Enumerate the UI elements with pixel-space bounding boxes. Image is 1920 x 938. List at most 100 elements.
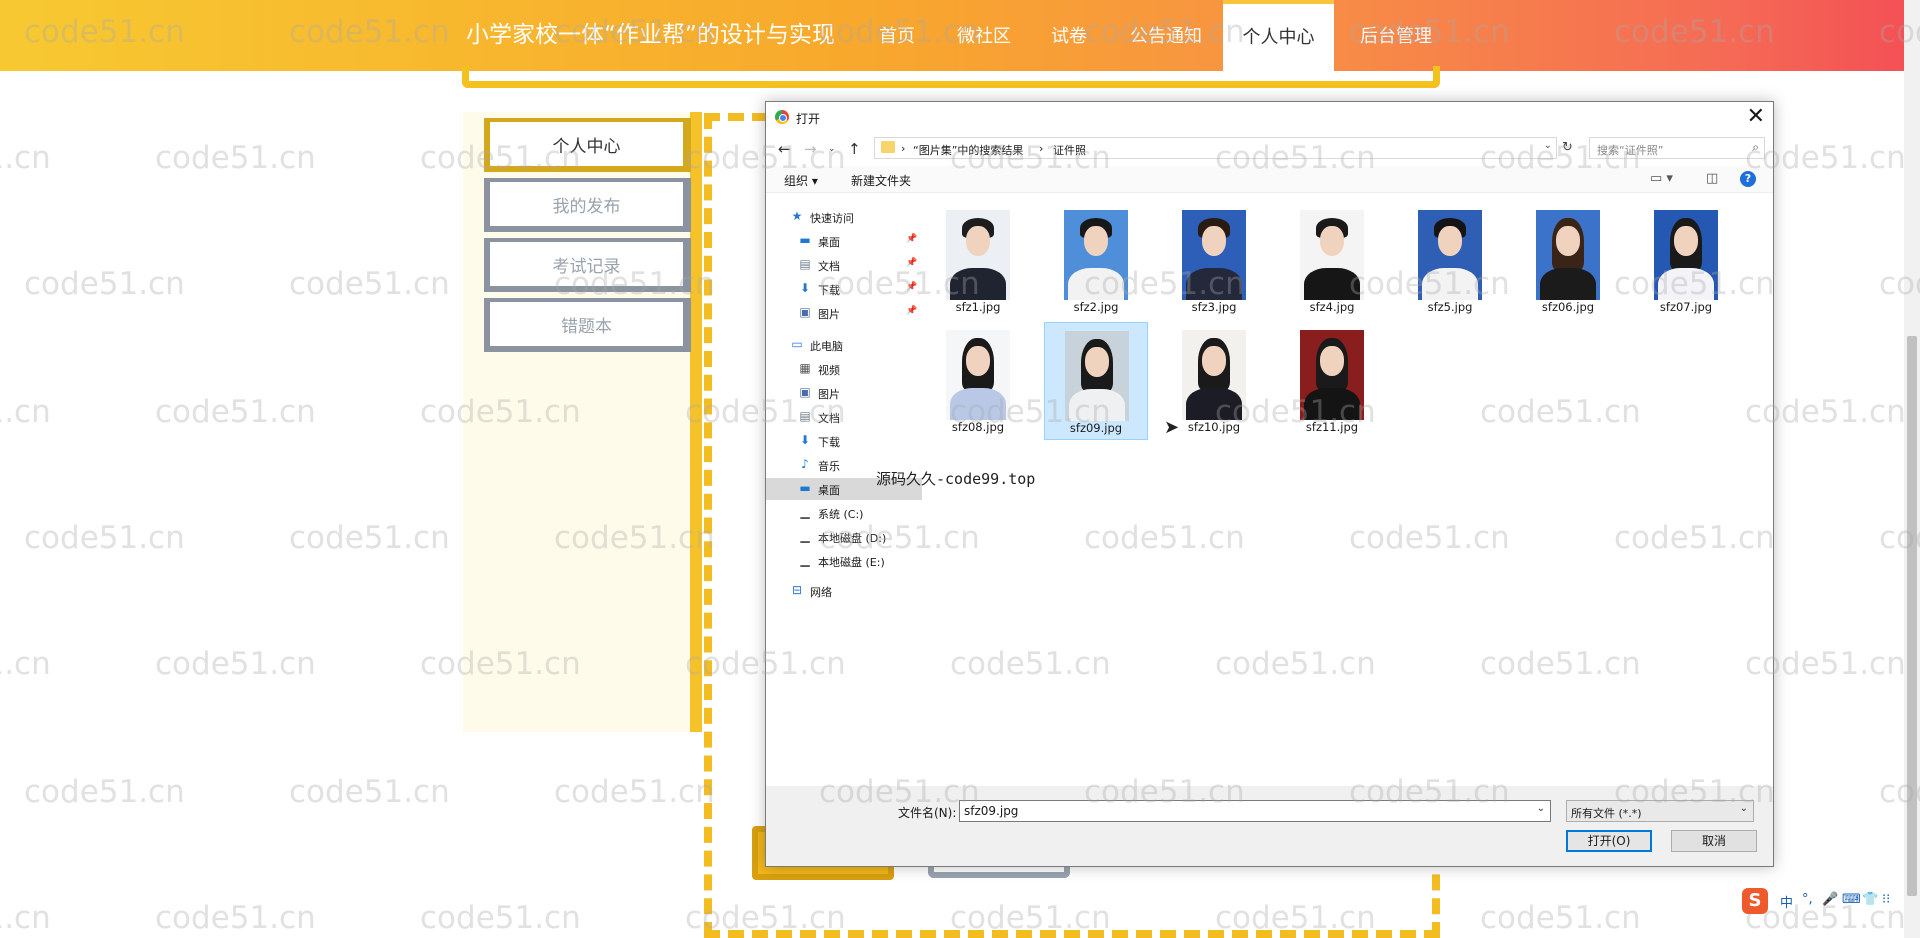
watermark-text: code51.cn [1480, 900, 1641, 936]
computer-icon: ▭ [791, 337, 803, 351]
nav-downloads-quick[interactable]: ⬇ 下载 📌 [766, 278, 922, 300]
view-options-icon[interactable]: ▭ ▾ [1650, 171, 1673, 186]
help-icon[interactable]: ? [1740, 171, 1756, 187]
search-placeholder: 搜索“证件照” [1597, 144, 1664, 157]
download-icon: ⬇ [799, 281, 811, 295]
watermark-text: code51.cn [554, 774, 715, 810]
file-item[interactable]: sfz11.jpg [1280, 322, 1384, 440]
file-name: sfz11.jpg [1305, 420, 1359, 434]
filename-label: 文件名(N): [898, 806, 957, 820]
file-item[interactable]: sfz09.jpg [1044, 322, 1148, 440]
preview-pane-icon[interactable]: ◫ [1706, 171, 1718, 186]
search-input[interactable]: 搜索“证件照” ⌕ [1589, 137, 1765, 159]
chevron-down-icon[interactable]: ⌄ [1740, 803, 1748, 814]
nav-exam[interactable]: 试卷 [1044, 0, 1094, 71]
ime-menu-icon[interactable]: ⁝⁝ [1882, 892, 1890, 907]
document-icon: ▤ [799, 257, 811, 271]
close-icon[interactable]: ✕ [1747, 104, 1765, 130]
microphone-icon[interactable]: 🎤 [1822, 892, 1838, 907]
photo-thumbnail [1654, 210, 1718, 300]
nav-this-pc[interactable]: ▭ 此电脑 [766, 334, 922, 356]
filetype-select[interactable]: 所有文件 (*.*) ⌄ [1566, 800, 1754, 822]
sidebar-divider [690, 112, 702, 732]
nav-downloads[interactable]: ⬇ 下载 [766, 430, 922, 452]
nav-home[interactable]: 首页 [868, 0, 926, 71]
pin-icon: 📌 [906, 282, 918, 292]
refresh-icon[interactable]: ↻ [1562, 140, 1573, 155]
nav-network[interactable]: ⊟ 网络 [766, 580, 922, 602]
file-name: sfz5.jpg [1427, 300, 1473, 314]
watermark-text: code51.cn [155, 900, 316, 936]
breadcrumb-folder[interactable]: 证件照 [1053, 142, 1086, 158]
nav-pictures[interactable]: ▣ 图片 [766, 382, 922, 404]
ime-chinese-mode[interactable]: 中 [1780, 892, 1793, 911]
nav-admin[interactable]: 后台管理 [1344, 0, 1448, 71]
file-item[interactable]: sfz5.jpg [1398, 202, 1502, 320]
sidebar-item-wrong-questions[interactable]: 错题本 [484, 298, 691, 352]
photo-thumbnail [1418, 210, 1482, 300]
nav-videos[interactable]: ▦ 视频 [766, 358, 922, 380]
recent-dropdown-icon[interactable]: ⌄ [828, 144, 836, 154]
header-frame [462, 66, 1440, 88]
file-item[interactable]: sfz4.jpg [1280, 202, 1384, 320]
address-bar[interactable]: › “图片集”中的搜索结果 › 证件照 ⌄ [874, 137, 1557, 159]
nav-desktop-quick[interactable]: ▬ 桌面 📌 [766, 230, 922, 252]
watermark-text: code51.cn [289, 266, 450, 302]
forward-arrow-icon[interactable]: → [804, 140, 817, 158]
sidebar-item-personal-center[interactable]: 个人中心 [484, 118, 691, 172]
sidebar-item-exam-records[interactable]: 考试记录 [484, 238, 691, 292]
file-item[interactable]: sfz2.jpg [1044, 202, 1148, 320]
back-arrow-icon[interactable]: ← [778, 140, 791, 158]
chevron-down-icon[interactable]: ⌄ [1544, 140, 1552, 151]
file-item[interactable]: sfz3.jpg [1162, 202, 1266, 320]
nav-documents-quick[interactable]: ▤ 文档 📌 [766, 254, 922, 276]
nav-drive-e[interactable]: ▁ 本地磁盘 (E:) [766, 550, 922, 572]
sogou-ime-icon[interactable]: S [1742, 888, 1768, 914]
ime-punctuation-icon[interactable]: °, [1802, 892, 1813, 907]
file-name: sfz08.jpg [951, 420, 1005, 434]
file-item[interactable]: sfz07.jpg [1634, 202, 1738, 320]
file-name: sfz07.jpg [1659, 300, 1713, 314]
dialog-footer: 文件名(N): sfz09.jpg ⌄ 所有文件 (*.*) ⌄ 打开(O) 取… [766, 786, 1773, 866]
cancel-button[interactable]: 取消 [1671, 830, 1757, 852]
nav-drive-d[interactable]: ▁ 本地磁盘 (D:) [766, 526, 922, 548]
photo-thumbnail [1182, 210, 1246, 300]
watermark-text: code51.cn [0, 394, 51, 430]
nav-label: 图片 [818, 308, 840, 321]
skin-icon[interactable]: 👕 [1862, 892, 1878, 907]
pin-icon: 📌 [906, 234, 918, 244]
keyboard-icon[interactable]: ⌨ [1842, 892, 1861, 907]
nav-drive-c[interactable]: ▁ 系统 (C:) [766, 502, 922, 524]
file-item[interactable]: sfz1.jpg [926, 202, 1030, 320]
watermark-text: code51.cn [24, 266, 185, 302]
file-item[interactable]: sfz08.jpg [926, 322, 1030, 440]
chevron-down-icon[interactable]: ⌄ [1537, 803, 1545, 814]
nav-personal-center[interactable]: 个人中心 [1223, 0, 1334, 71]
page-scrollbar-thumb[interactable] [1907, 336, 1917, 896]
nav-pictures-quick[interactable]: ▣ 图片 📌 [766, 302, 922, 324]
nav-label: 网络 [810, 586, 832, 599]
nav-notice[interactable]: 公告通知 [1118, 0, 1214, 71]
nav-label: 文档 [818, 412, 840, 425]
filetype-value: 所有文件 (*.*) [1571, 807, 1642, 820]
sidebar-item-my-posts[interactable]: 我的发布 [484, 178, 691, 232]
breadcrumb-search-results[interactable]: “图片集”中的搜索结果 [913, 142, 1023, 158]
photo-thumbnail [1536, 210, 1600, 300]
organize-button[interactable]: 组织 ▾ [784, 172, 818, 189]
watermark-text: code51.cn [155, 646, 316, 682]
new-folder-button[interactable]: 新建文件夹 [851, 172, 911, 189]
file-item[interactable]: sfz06.jpg [1516, 202, 1620, 320]
document-icon: ▤ [799, 409, 811, 423]
drive-icon: ▁ [800, 553, 810, 567]
nav-documents[interactable]: ▤ 文档 [766, 406, 922, 428]
desktop-icon: ▬ [799, 233, 811, 247]
watermark-text: code51.cn [0, 646, 51, 682]
nav-label: 本地磁盘 (E:) [818, 556, 885, 569]
filename-input[interactable]: sfz09.jpg ⌄ [959, 800, 1551, 822]
top-navbar: 小学家校一体“作业帮”的设计与实现 首页 微社区 试卷 公告通知 个人中心 后台… [0, 0, 1920, 71]
up-arrow-icon[interactable]: ↑ [848, 140, 861, 158]
open-button[interactable]: 打开(O) [1566, 830, 1652, 852]
nav-quick-access[interactable]: ★ 快速访问 [766, 206, 922, 228]
nav-community[interactable]: 微社区 [950, 0, 1018, 71]
search-icon: ⌕ [1752, 140, 1759, 154]
